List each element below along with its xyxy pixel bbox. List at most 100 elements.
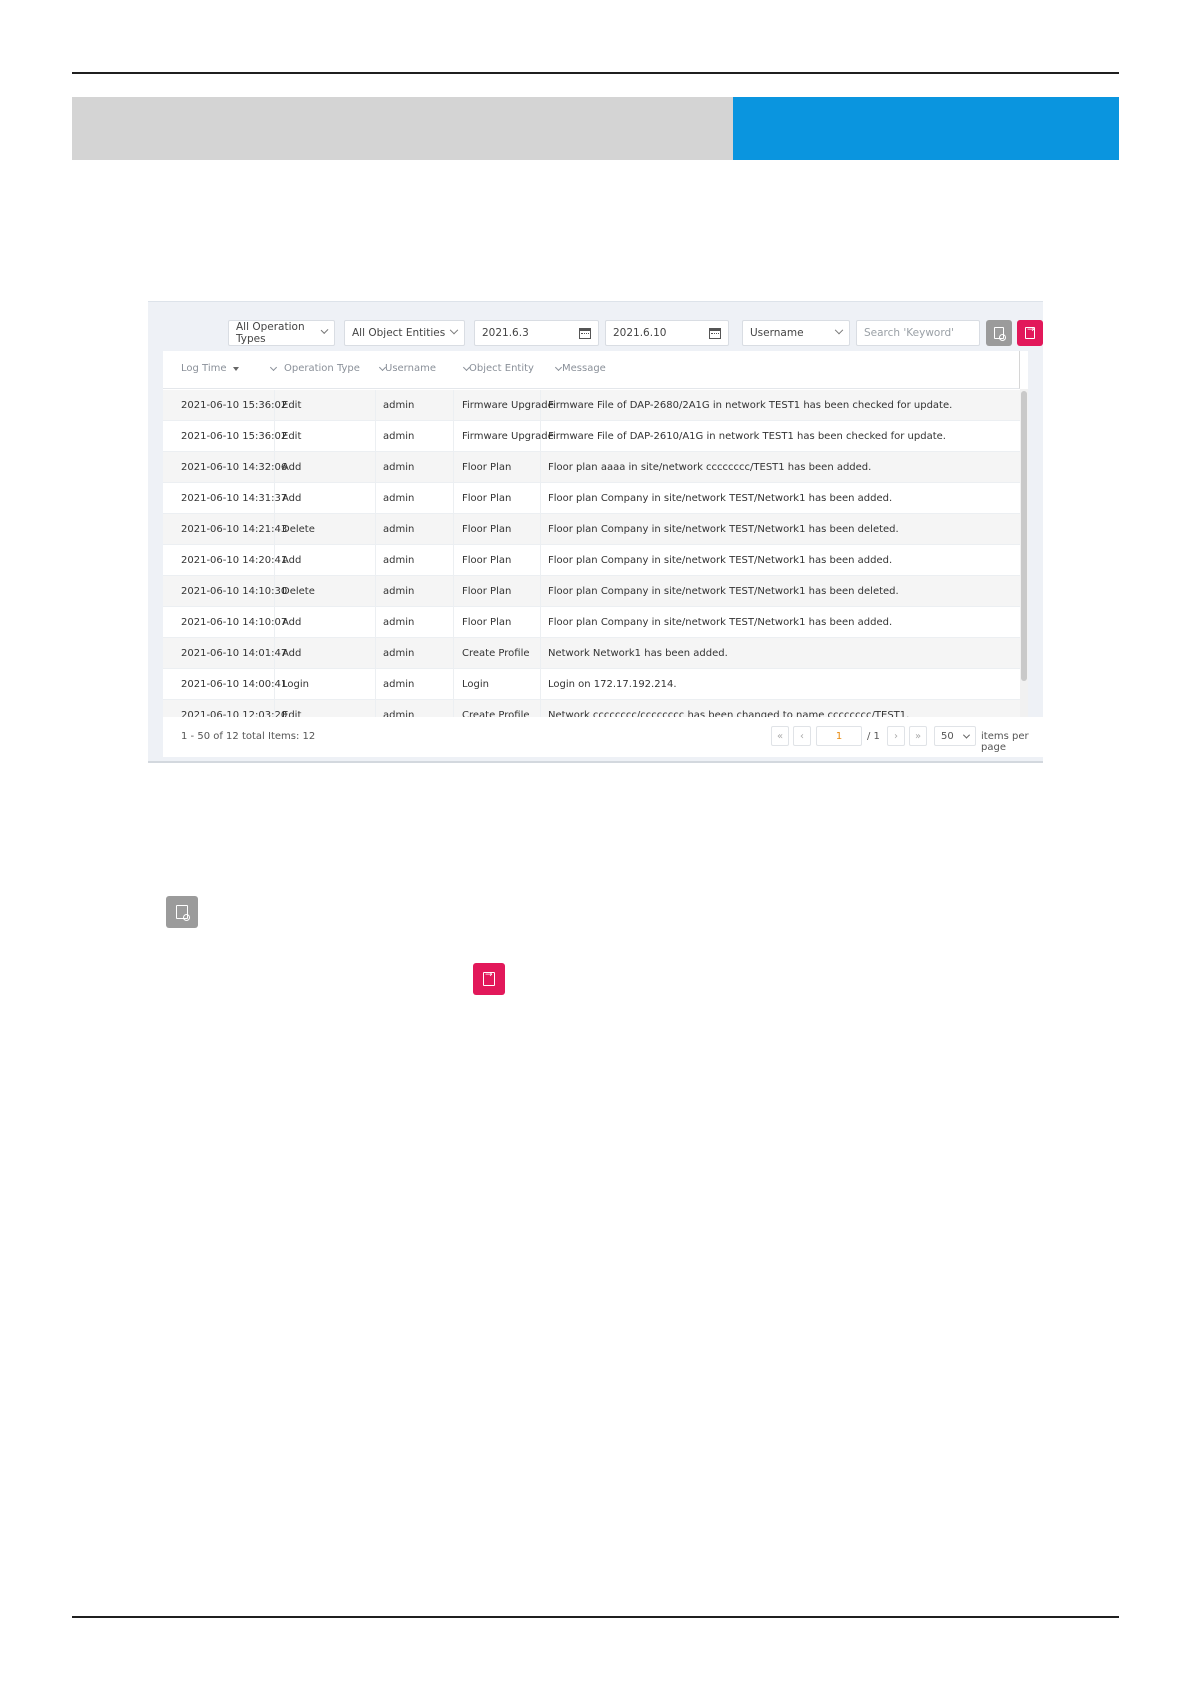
table-row[interactable]: 2021-06-10 15:36:02 Edit admin Firmware Upg… bbox=[163, 421, 1020, 452]
table-row[interactable]: 2021-06-10 14:01:47 Add admin Create Profil… bbox=[163, 638, 1020, 669]
cell-username: admin bbox=[383, 524, 415, 535]
keyword-search-input[interactable]: Search 'Keyword' bbox=[856, 320, 980, 346]
table-row[interactable]: 2021-06-10 14:10:30 Delete admin Floor Plan… bbox=[163, 576, 1020, 607]
table-row[interactable]: 2021-06-10 15:36:02 Edit admin Firmware Upg… bbox=[163, 390, 1020, 421]
export-button[interactable] bbox=[1017, 320, 1043, 346]
column-header-object-entity[interactable]: Object Entity bbox=[469, 363, 534, 374]
cell-log-time: 2021-06-10 12:03:20 bbox=[181, 710, 288, 717]
top-rule bbox=[72, 72, 1119, 74]
cell-object-entity: Floor Plan bbox=[462, 462, 512, 473]
first-page-button[interactable]: « bbox=[771, 726, 789, 746]
table-row[interactable]: 2021-06-10 14:21:43 Delete admin Floor Plan… bbox=[163, 514, 1020, 545]
start-date-value: 2021.6.3 bbox=[482, 327, 529, 339]
banner-blue-block bbox=[733, 97, 1119, 160]
cell-username: admin bbox=[383, 648, 415, 659]
table-row[interactable]: 2021-06-10 14:10:07 Add admin Floor Plan Flo… bbox=[163, 607, 1020, 638]
column-divider bbox=[375, 390, 376, 420]
cell-message: Floor plan Company in site/network TEST/… bbox=[548, 493, 893, 504]
page-number-input[interactable]: 1 bbox=[816, 726, 862, 746]
chevron-right-icon: › bbox=[894, 730, 898, 742]
column-divider bbox=[453, 452, 454, 482]
cell-log-time: 2021-06-10 14:20:41 bbox=[181, 555, 288, 566]
sort-desc-icon bbox=[232, 366, 239, 371]
cell-object-entity: Floor Plan bbox=[462, 586, 512, 597]
start-date-picker[interactable]: 2021.6.3 bbox=[474, 320, 599, 346]
section-banner bbox=[72, 97, 1119, 160]
scrollbar-thumb[interactable] bbox=[1021, 391, 1027, 681]
table-body: 2021-06-10 15:36:02 Edit admin Firmware Upg… bbox=[163, 390, 1020, 717]
first-page-icon: « bbox=[776, 730, 784, 742]
log-screenshot: All Operation Types All Object Entities … bbox=[148, 301, 1043, 763]
cell-username: admin bbox=[383, 431, 415, 442]
column-divider bbox=[375, 607, 376, 637]
cell-log-time: 2021-06-10 14:01:47 bbox=[181, 648, 288, 659]
cell-message: Login on 172.17.192.214. bbox=[548, 679, 677, 690]
prev-page-button[interactable]: ‹ bbox=[793, 726, 811, 746]
column-header-log-time[interactable]: Log Time bbox=[181, 363, 239, 374]
banner-gray-block bbox=[72, 97, 733, 160]
end-date-picker[interactable]: 2021.6.10 bbox=[605, 320, 729, 346]
cell-message: Firmware File of DAP-2680/2A1G in networ… bbox=[548, 400, 953, 411]
table-row[interactable]: 2021-06-10 12:03:20 Edit admin Create Profi… bbox=[163, 700, 1020, 717]
column-header-username[interactable]: Username bbox=[385, 363, 436, 374]
next-page-button[interactable]: › bbox=[887, 726, 905, 746]
search-button-legend bbox=[166, 896, 198, 928]
column-divider bbox=[453, 700, 454, 717]
page-size-value: 50 bbox=[941, 730, 954, 742]
username-select[interactable]: Username bbox=[742, 320, 850, 346]
last-page-button[interactable]: » bbox=[909, 726, 927, 746]
column-divider bbox=[375, 545, 376, 575]
end-date-value: 2021.6.10 bbox=[613, 327, 667, 339]
filter-toolbar: All Operation Types All Object Entities … bbox=[148, 320, 1043, 346]
cell-log-time: 2021-06-10 14:32:06 bbox=[181, 462, 288, 473]
column-divider bbox=[453, 638, 454, 668]
column-divider bbox=[375, 576, 376, 606]
cell-message: Network Network1 has been added. bbox=[548, 648, 728, 659]
table-row[interactable]: 2021-06-10 14:32:06 Add admin Floor Plan Flo… bbox=[163, 452, 1020, 483]
pagination-summary: 1 - 50 of 12 total Items: 12 bbox=[181, 731, 316, 742]
cell-message: Network cccccccc/cccccccc has been chang… bbox=[548, 710, 910, 717]
operation-type-select[interactable]: All Operation Types bbox=[228, 320, 335, 346]
cell-username: admin bbox=[383, 400, 415, 411]
column-divider bbox=[375, 421, 376, 451]
cell-operation-type: Add bbox=[282, 493, 302, 504]
cell-object-entity: Login bbox=[462, 679, 489, 690]
column-divider bbox=[453, 669, 454, 699]
column-label: Username bbox=[385, 363, 436, 374]
export-button-legend bbox=[473, 963, 505, 995]
column-divider bbox=[453, 607, 454, 637]
search-button[interactable] bbox=[986, 320, 1012, 346]
current-page-value: 1 bbox=[835, 730, 843, 742]
cell-message: Floor plan Company in site/network TEST/… bbox=[548, 586, 899, 597]
cell-operation-type: Login bbox=[282, 679, 309, 690]
table-row[interactable]: 2021-06-10 14:20:41 Add admin Floor Plan Flo… bbox=[163, 545, 1020, 576]
calendar-icon bbox=[709, 327, 721, 339]
column-divider bbox=[453, 483, 454, 513]
cell-message: Firmware File of DAP-2610/A1G in network… bbox=[548, 431, 946, 442]
cell-operation-type: Add bbox=[282, 617, 302, 628]
vertical-scrollbar[interactable] bbox=[1020, 389, 1028, 717]
object-entity-select[interactable]: All Object Entities bbox=[344, 320, 465, 346]
column-divider bbox=[540, 576, 541, 606]
chevron-down-icon bbox=[269, 363, 278, 372]
column-divider bbox=[375, 669, 376, 699]
cell-message: Floor plan aaaa in site/network cccccccc… bbox=[548, 462, 872, 473]
column-label: Log Time bbox=[181, 363, 227, 374]
cell-object-entity: Create Profile bbox=[462, 710, 530, 717]
table-row[interactable]: 2021-06-10 14:31:37 Add admin Floor Plan Flo… bbox=[163, 483, 1020, 514]
object-entity-value: All Object Entities bbox=[352, 327, 446, 339]
cell-log-time: 2021-06-10 15:36:02 bbox=[181, 431, 288, 442]
cell-username: admin bbox=[383, 493, 415, 504]
cell-username: admin bbox=[383, 679, 415, 690]
column-divider bbox=[540, 452, 541, 482]
table-row[interactable]: 2021-06-10 14:00:41 Login admin Login Login … bbox=[163, 669, 1020, 700]
cell-operation-type: Edit bbox=[282, 431, 302, 442]
column-divider bbox=[540, 700, 541, 717]
cell-operation-type: Edit bbox=[282, 400, 302, 411]
page-size-select[interactable]: 50 bbox=[934, 726, 976, 746]
column-header-operation-type[interactable]: Operation Type bbox=[284, 363, 360, 374]
column-header-message[interactable]: Message bbox=[562, 363, 606, 374]
column-divider bbox=[540, 514, 541, 544]
cell-object-entity: Floor Plan bbox=[462, 555, 512, 566]
cell-object-entity: Floor Plan bbox=[462, 617, 512, 628]
